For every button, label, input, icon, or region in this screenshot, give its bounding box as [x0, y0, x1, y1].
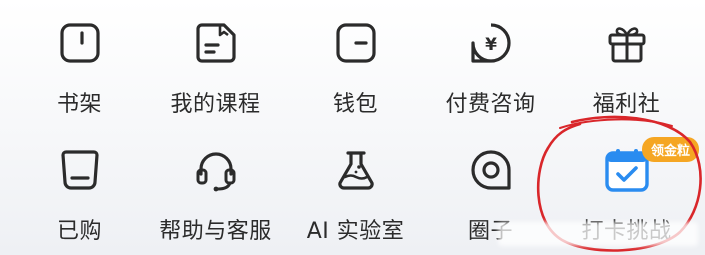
reward-badge: 领金粒 [642, 137, 700, 162]
menu-item-paid-consult[interactable]: ¥ 付费咨询 [420, 0, 561, 120]
menu-item-ai-lab[interactable]: AI 实验室 [285, 127, 426, 247]
menu-label-my-courses: 我的课程 [170, 92, 261, 117]
menu-label-welfare: 福利社 [592, 92, 661, 117]
menu-label-wallet: 钱包 [332, 92, 378, 117]
flask-icon [331, 145, 381, 195]
course-icon [191, 18, 241, 68]
menu-grid: 书架 我的课程 钱包 ¥ 付费咨询 福利社 已购 帮助与客服 AI 实验室 圈子 [0, 0, 705, 255]
wallet-icon [331, 18, 381, 68]
menu-label-bookshelf: 书架 [56, 92, 102, 117]
gift-icon [602, 18, 652, 68]
menu-item-help[interactable]: 帮助与客服 [145, 127, 286, 247]
menu-item-purchased[interactable]: 已购 [9, 127, 150, 247]
bookshelf-icon [55, 18, 105, 68]
headset-icon [191, 145, 241, 195]
menu-item-my-courses[interactable]: 我的课程 [145, 0, 286, 120]
menu-label-purchased: 已购 [56, 219, 102, 244]
menu-label-paid-consult: 付费咨询 [445, 92, 536, 117]
circle-group-icon [466, 145, 516, 195]
menu-item-welfare[interactable]: 福利社 [556, 0, 697, 120]
menu-label-help: 帮助与客服 [159, 219, 272, 244]
watermark-overlay [498, 222, 698, 246]
purchased-icon [55, 145, 105, 195]
menu-item-bookshelf[interactable]: 书架 [9, 0, 150, 120]
yen-symbol: ¥ [485, 35, 497, 55]
menu-item-wallet[interactable]: 钱包 [285, 0, 426, 120]
menu-label-ai-lab: AI 实验室 [306, 219, 405, 244]
paid-consult-icon: ¥ [466, 18, 516, 68]
